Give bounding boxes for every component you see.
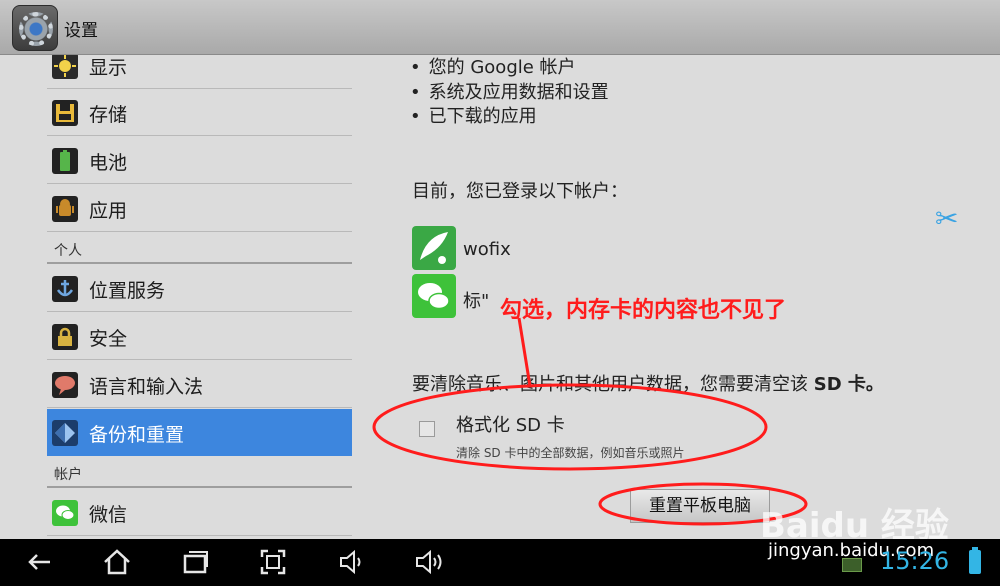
erase-list-item: 已下载的应用 — [410, 102, 537, 128]
sidebar-item-language[interactable]: 语言和输入法 — [47, 361, 352, 408]
sidebar-item-battery[interactable]: 电池 — [47, 137, 352, 184]
sidebar-item-security[interactable]: 安全 — [47, 313, 352, 360]
sidebar-item-apps[interactable]: 应用 — [47, 185, 352, 232]
annotation-text: 勾选，内存卡的内容也不见了 — [500, 298, 787, 323]
section-header-personal: 个人 — [54, 243, 82, 259]
sidebar-item-storage[interactable]: 存储 — [47, 89, 352, 136]
recent-apps-icon[interactable] — [180, 547, 210, 577]
erase-list-item: 系统及应用数据和设置 — [410, 78, 609, 104]
backup-reset-icon — [52, 420, 78, 446]
settings-sidebar: 显示 存储 电池 应用 个人 位置服务 安全 语言和输入法 备份和重置 帐户 微… — [0, 55, 362, 539]
section-divider — [47, 262, 352, 264]
language-icon — [52, 372, 78, 398]
format-sd-subtitle: 清除 SD 卡中的全部数据，例如音乐或照片 — [456, 446, 685, 460]
section-header-accounts: 帐户 — [54, 467, 82, 483]
sidebar-item-label: 位置服务 — [89, 280, 166, 302]
sidebar-item-display[interactable]: 显示 — [47, 55, 352, 89]
sidebar-item-label: 微信 — [89, 504, 128, 526]
sd-card-notice-text: 要清除音乐、图片和其他用户数据，您需要清空该 — [412, 374, 808, 395]
scissors-icon: ✂ — [935, 202, 959, 235]
wechat-icon — [412, 274, 456, 318]
sidebar-item-backup-reset[interactable]: 备份和重置 — [47, 409, 352, 456]
sd-card-status-icon — [842, 558, 862, 572]
sd-card-notice: 要清除音乐、图片和其他用户数据，您需要清空该 SD 卡。 — [412, 370, 884, 396]
lock-icon — [52, 324, 78, 350]
gear-icon — [19, 12, 53, 46]
settings-app-icon[interactable] — [12, 5, 58, 51]
apps-icon — [52, 196, 78, 222]
format-sd-checkbox[interactable] — [419, 421, 435, 437]
storage-icon — [52, 100, 78, 126]
sidebar-item-label: 电池 — [89, 152, 128, 174]
sidebar-item-label: 安全 — [89, 328, 128, 350]
location-icon — [52, 276, 78, 302]
screenshot-icon[interactable] — [258, 547, 288, 577]
account-name: 标" — [463, 291, 490, 312]
sidebar-item-label: 备份和重置 — [89, 424, 185, 446]
account-name: wofix — [463, 239, 511, 260]
format-sd-title[interactable]: 格式化 SD 卡 — [456, 411, 565, 437]
sidebar-item-label: 显示 — [89, 57, 128, 79]
reset-tablet-button[interactable]: 重置平板电脑 — [630, 489, 770, 523]
page-title: 设置 — [64, 21, 98, 41]
back-icon[interactable] — [24, 547, 54, 577]
sidebar-item-wechat[interactable]: 微信 — [47, 489, 352, 536]
sidebar-item-location[interactable]: 位置服务 — [47, 265, 352, 312]
display-icon — [52, 55, 78, 79]
erase-list-item: 您的 Google 帐户 — [410, 55, 576, 79]
section-divider — [47, 486, 352, 488]
sidebar-item-label: 应用 — [89, 200, 128, 222]
sd-card-notice-bold: SD 卡。 — [813, 374, 884, 395]
wofix-app-icon — [412, 226, 456, 270]
accounts-intro-text: 目前，您已登录以下帐户： — [412, 181, 628, 202]
battery-status-icon — [969, 547, 981, 574]
home-icon[interactable] — [102, 547, 132, 577]
volume-up-icon[interactable] — [414, 547, 444, 577]
sidebar-item-label: 语言和输入法 — [89, 376, 204, 398]
volume-down-icon[interactable] — [336, 547, 366, 577]
wechat-icon — [52, 500, 78, 526]
battery-icon — [52, 148, 78, 174]
title-bar: 设置 — [0, 0, 1000, 55]
status-clock: 15:26 — [880, 547, 950, 575]
sidebar-item-label: 存储 — [89, 104, 128, 126]
